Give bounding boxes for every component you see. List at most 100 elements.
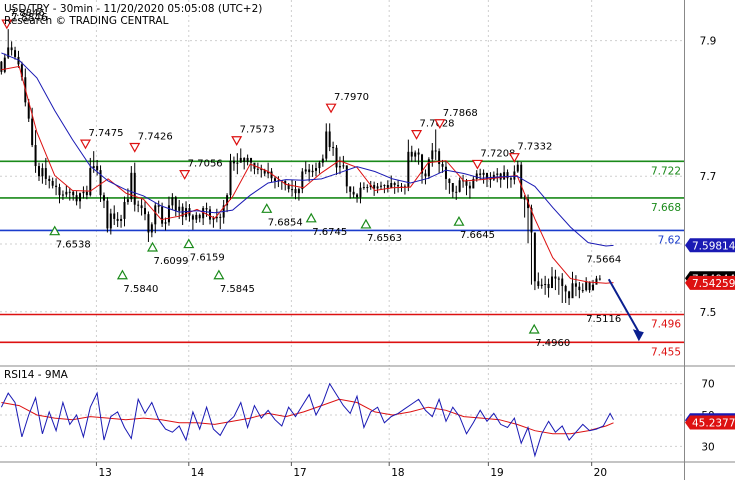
candle-body: [564, 286, 567, 292]
candle-body: [349, 186, 352, 192]
candle-body: [140, 205, 143, 209]
candle-body: [246, 157, 249, 162]
candle-body: [434, 150, 437, 152]
candle-body: [373, 185, 376, 189]
value-label: 7.5116: [586, 314, 621, 325]
candle-body: [547, 283, 550, 289]
candle-body: [390, 183, 393, 188]
candle-body: [256, 168, 259, 170]
candle-body: [174, 197, 177, 211]
value-label: 7.5664: [586, 254, 621, 265]
candle-body: [479, 173, 482, 175]
candle-body: [250, 157, 253, 163]
candle-body: [51, 180, 54, 186]
candle-body: [31, 118, 34, 146]
candle-body: [229, 160, 232, 196]
candle-body: [592, 284, 595, 291]
candle-body: [444, 166, 447, 179]
chart-root: 7.722 7.668 7.62 7.496 7.455 7.8846 7.7475 7.7…: [0, 0, 735, 480]
candle-body: [34, 145, 37, 167]
peak-label: 7.7332: [517, 142, 552, 153]
trough-label: 7.6538: [56, 240, 91, 251]
peak-label: 7.7426: [138, 132, 173, 143]
candle-body: [427, 159, 430, 177]
candle-body: [475, 173, 478, 179]
candle-body: [550, 276, 553, 289]
peak-label: 7.7475: [89, 128, 124, 139]
candle-body: [239, 157, 242, 163]
candle-body: [68, 191, 71, 193]
rsi-y-tick-label: 70: [701, 379, 714, 391]
trough-label: 7.6645: [460, 230, 495, 241]
candle-body: [144, 208, 147, 215]
candle-body: [523, 198, 526, 200]
candle-body: [438, 151, 441, 165]
candle-body: [85, 191, 88, 196]
candle-body: [325, 131, 328, 159]
rsi-y-tick-label: 30: [701, 441, 714, 453]
candle-body: [537, 281, 540, 287]
candle-body: [178, 206, 181, 211]
candle-body: [82, 191, 85, 194]
candle-body: [516, 164, 519, 172]
candle-body: [414, 152, 417, 157]
candle-body: [41, 168, 44, 177]
candle-body: [123, 201, 126, 219]
corner-value: 7.8846: [11, 12, 48, 24]
peak-label: 7.7573: [240, 125, 275, 136]
candle-body: [366, 187, 369, 189]
candle-body: [291, 189, 294, 191]
candle-body: [342, 165, 345, 167]
level-label: 7.62: [658, 234, 681, 246]
candle-body: [58, 187, 61, 196]
candle-body: [198, 214, 201, 219]
trough-label: 7.6563: [367, 233, 402, 244]
rsi-tag-label: 45.2377: [692, 417, 735, 429]
candle-body: [37, 166, 40, 177]
candle-body: [335, 147, 338, 168]
x-tick-label: 20: [594, 467, 607, 479]
candle-body: [208, 209, 211, 220]
candle-body: [328, 131, 331, 148]
trough-label: 7.5845: [220, 284, 255, 295]
candle-body: [14, 50, 17, 57]
candle-body: [154, 205, 157, 225]
level-label: 7.455: [651, 346, 681, 358]
candle-body: [321, 158, 324, 163]
trough-label: 7.6099: [154, 256, 189, 267]
candle-body: [161, 206, 164, 224]
candle-body: [533, 232, 536, 282]
candle-body: [588, 281, 591, 291]
candle-body: [308, 169, 311, 173]
candle-body: [509, 178, 512, 180]
candle-body: [451, 183, 454, 192]
candle-body: [273, 178, 276, 181]
x-tick-label: 13: [98, 467, 111, 479]
candle-body: [359, 187, 362, 198]
candle-body: [318, 162, 321, 169]
candle-body: [557, 278, 560, 280]
price-tag-label: 7.54259: [692, 278, 735, 290]
candle-body: [65, 191, 68, 195]
candle-body: [55, 185, 58, 188]
candle-body: [410, 151, 413, 157]
candle-body: [219, 216, 222, 218]
candle-body: [120, 218, 123, 221]
trough-label: 7.4960: [535, 338, 570, 349]
y-tick-label: 7.5: [700, 307, 717, 319]
candle-body: [503, 172, 506, 180]
candle-body: [581, 290, 584, 292]
level-label: 7.496: [651, 318, 681, 330]
candle-body: [185, 208, 188, 217]
x-tick-label: 17: [293, 467, 306, 479]
candle-body: [561, 278, 564, 287]
candle-body: [376, 186, 379, 189]
candle-body: [568, 291, 571, 299]
trough-label: 7.6745: [312, 227, 347, 238]
candle-body: [458, 180, 461, 192]
candle-body: [379, 185, 382, 187]
peak-label: 7.7056: [188, 159, 223, 170]
candle-body: [362, 187, 365, 189]
candle-body: [157, 205, 160, 207]
candle-body: [10, 47, 13, 51]
